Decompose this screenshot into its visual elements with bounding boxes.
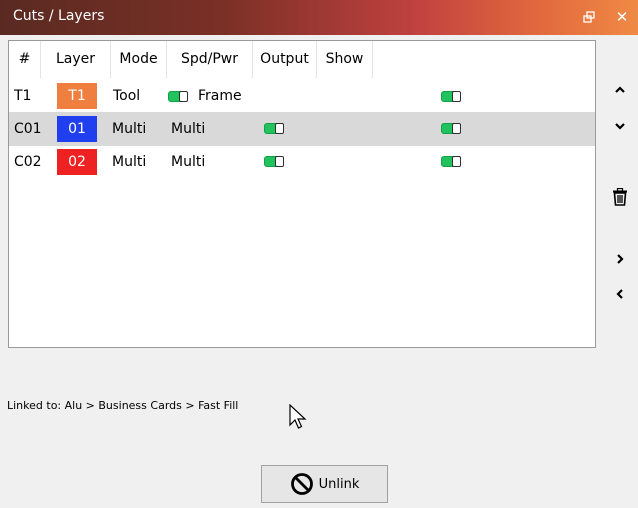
move-up-button[interactable] <box>604 74 636 106</box>
chevron-down-icon <box>615 123 625 130</box>
row-number: C02 <box>14 154 42 170</box>
no-entry-icon <box>290 473 313 495</box>
output-toggle[interactable] <box>264 123 284 134</box>
header-layer[interactable]: Layer <box>41 41 111 78</box>
window-title: Cuts / Layers <box>13 8 105 24</box>
header-number[interactable]: # <box>9 41 41 78</box>
unlink-label: Unlink <box>318 476 360 492</box>
show-toggle[interactable] <box>441 156 461 167</box>
header-show[interactable]: Show <box>317 41 373 78</box>
spd-pwr-toggle[interactable] <box>168 91 188 102</box>
output-toggle[interactable] <box>264 156 284 167</box>
move-right-button[interactable] <box>604 243 636 275</box>
chevron-up-icon <box>615 86 625 93</box>
table-row[interactable]: C01 01 Multi Multi <box>9 112 595 146</box>
row-mode: Multi <box>112 154 147 170</box>
delete-button[interactable] <box>604 181 636 213</box>
linked-to-text: Linked to: Alu > Business Cards > Fast F… <box>7 399 239 412</box>
row-number: T1 <box>14 88 32 104</box>
row-mode: Tool <box>113 88 141 104</box>
table-header: # Layer Mode Spd/Pwr Output Show <box>9 41 595 78</box>
header-output[interactable]: Output <box>253 41 317 78</box>
header-spd-pwr[interactable]: Spd/Pwr <box>167 41 253 78</box>
row-number: C01 <box>14 121 42 137</box>
row-spd-pwr: Multi <box>171 121 206 137</box>
row-mode: Multi <box>112 121 147 137</box>
show-toggle[interactable] <box>441 123 461 134</box>
header-mode[interactable]: Mode <box>111 41 167 78</box>
row-spd-pwr: Frame <box>198 88 242 104</box>
move-down-button[interactable] <box>604 110 636 142</box>
mouse-pointer-icon <box>289 403 307 434</box>
layers-list[interactable]: # Layer Mode Spd/Pwr Output Show T1 T1 T… <box>8 40 596 348</box>
row-spd-pwr: Multi <box>171 154 206 170</box>
chevron-left-icon <box>616 289 623 299</box>
chevron-right-icon <box>617 254 624 264</box>
close-icon[interactable]: ✕ <box>611 6 633 28</box>
table-row[interactable]: C02 02 Multi Multi <box>9 145 595 179</box>
move-left-button[interactable] <box>604 278 636 310</box>
unlink-button[interactable]: Unlink <box>261 465 388 503</box>
layer-chip[interactable]: 01 <box>57 116 97 142</box>
layer-chip[interactable]: 02 <box>57 149 97 175</box>
table-row[interactable]: T1 T1 Tool Frame <box>9 79 595 113</box>
trash-icon <box>613 188 627 206</box>
show-toggle[interactable] <box>441 91 461 102</box>
layer-chip[interactable]: T1 <box>57 83 97 109</box>
float-window-icon[interactable] <box>578 6 600 28</box>
title-bar: Cuts / Layers ✕ <box>0 0 638 35</box>
